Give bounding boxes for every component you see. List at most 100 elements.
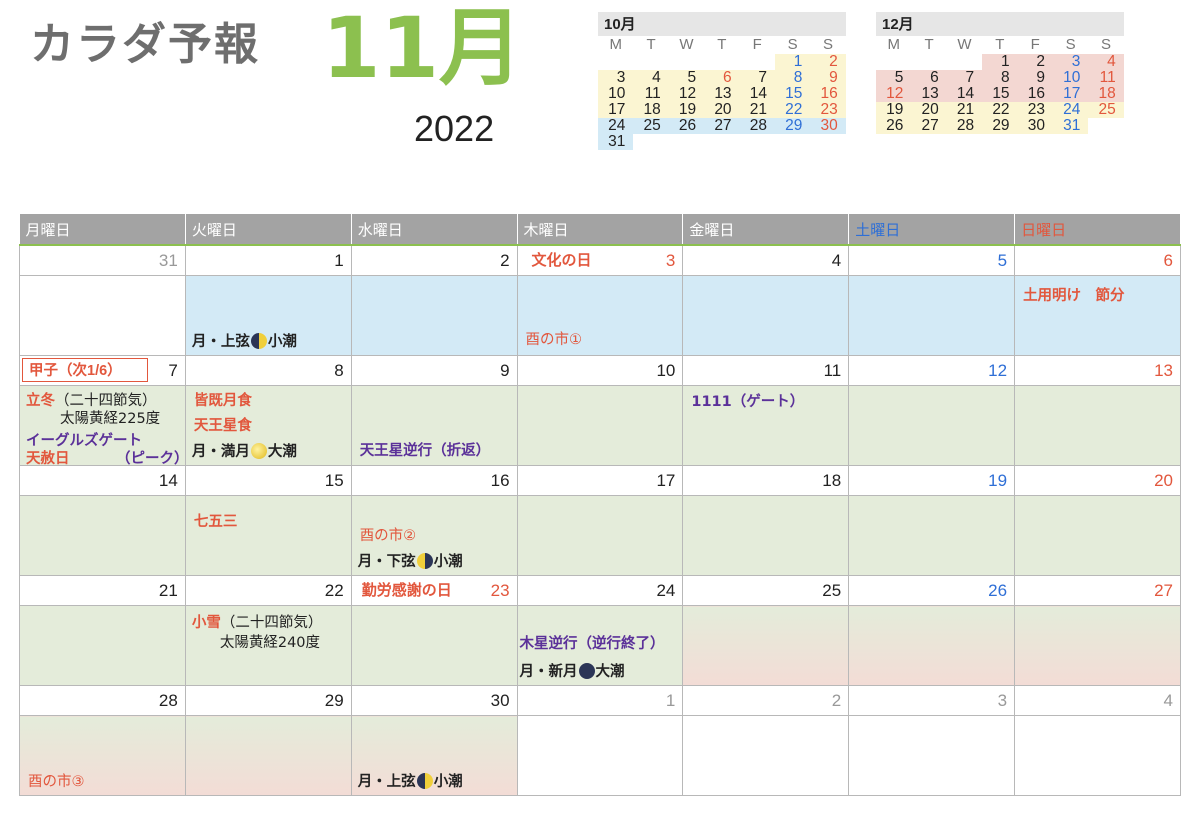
dow-fri: F <box>1030 36 1040 53</box>
weekday-mon: 月曜日 <box>19 214 186 246</box>
date-row: 甲子（次1/6） 7 8 9 10 11 12 13 <box>19 355 1181 386</box>
year-label: 2022 <box>414 108 495 149</box>
dow-sun: S <box>1101 36 1112 53</box>
day-number: 2 <box>682 685 850 716</box>
tide-label: 小潮 <box>433 774 463 790</box>
mini-day <box>598 54 633 70</box>
mini-day: 3 <box>1052 54 1089 70</box>
mini-day: 8 <box>982 70 1018 86</box>
mini-week-row: 31 <box>598 134 846 150</box>
day-number: 11 <box>682 355 850 386</box>
day-body <box>1014 385 1181 466</box>
event-label: 七五三 <box>193 514 238 530</box>
dow-wed: W <box>957 36 972 53</box>
day-body: 小雪（二十四節気） 太陽黄経240度 <box>184 605 352 686</box>
mini-day: 28 <box>946 118 983 134</box>
mini-day <box>669 54 704 70</box>
mini-day: 14 <box>946 86 983 102</box>
event-label: 土用明け 節分 <box>1023 288 1125 304</box>
moon-phase-event: 月・新月 大潮 <box>520 660 625 681</box>
day-number: 31 <box>19 244 186 276</box>
day-number: 12 <box>848 355 1016 386</box>
mini-day: 16 <box>810 86 846 102</box>
mini-day <box>876 54 911 70</box>
solar-longitude: 太陽黄経225度 <box>60 411 161 427</box>
day-number: 28 <box>19 685 186 716</box>
day-body <box>682 605 850 686</box>
moon-phase-label: 月・新月 <box>519 664 578 680</box>
mini-day: 1 <box>774 54 811 70</box>
day-cell-kasshi: 甲子（次1/6） 7 <box>19 355 186 386</box>
mini-day: 1 <box>982 54 1018 70</box>
mini-day <box>775 134 810 150</box>
mini-day: 28 <box>739 118 775 134</box>
mini-day: 27 <box>911 118 947 134</box>
day-body: 木星逆行（逆行終了） 月・新月 大潮 <box>516 605 684 686</box>
mini-day: 12 <box>668 86 705 102</box>
mini-day: 17 <box>1052 86 1089 102</box>
dow-fri: F <box>752 36 762 53</box>
mini-day: 18 <box>633 102 669 118</box>
mini-calendar-label: 10月 <box>598 12 846 36</box>
event-label: 天王星食 <box>193 418 252 434</box>
day-number: 7 <box>168 361 178 380</box>
mini-day <box>633 54 668 70</box>
day-body <box>848 385 1016 466</box>
day-body: 天王星逆行（折返） <box>350 385 518 466</box>
moon-phase-event: 月・満月 大潮 <box>192 440 297 461</box>
mini-day: 15 <box>774 86 811 102</box>
weekday-tue: 火曜日 <box>185 214 352 246</box>
first-quarter-moon-icon <box>250 333 267 349</box>
kasshi-badge: 甲子（次1/6） <box>22 358 148 382</box>
day-body <box>848 275 1016 356</box>
mini-day: 13 <box>911 86 947 102</box>
mini-day: 31 <box>1052 118 1089 134</box>
weekday-wed: 水曜日 <box>351 214 518 246</box>
day-cell-holiday: 文化の日 3 <box>516 244 684 276</box>
mini-week-row: 10 11 12 13 14 15 16 <box>598 86 846 102</box>
mini-day: 26 <box>876 118 912 134</box>
day-body <box>682 715 850 796</box>
mini-day: 21 <box>946 102 983 118</box>
holiday-label: 勤労感謝の日 <box>361 582 452 599</box>
date-row: 21 22 勤労感謝の日 23 24 25 26 27 <box>19 575 1181 606</box>
mini-calendar-october: 10月 M T W T F S S 1 2 3 4 5 6 7 8 9 10 11 12 13 14 15 1… <box>598 12 846 150</box>
moon-phase-event: 月・下弦 小潮 <box>358 550 463 571</box>
event-label: 木星逆行（逆行終了） <box>519 636 665 652</box>
event-label: 酉の市③ <box>28 774 85 790</box>
day-body: 月・上弦 小潮 <box>184 275 352 356</box>
first-quarter-moon-icon <box>416 773 433 789</box>
mini-day: 6 <box>911 70 947 86</box>
holiday-label: 文化の日 <box>531 252 592 269</box>
mini-day: 16 <box>1017 86 1053 102</box>
weekday-header-row: 月曜日 火曜日 水曜日 木曜日 金曜日 土曜日 日曜日 <box>19 214 1181 246</box>
mini-dow-row: M T W T F S S <box>876 36 1124 54</box>
day-number: 2 <box>350 244 518 276</box>
mini-day: 3 <box>598 70 634 86</box>
mini-day: 13 <box>704 86 740 102</box>
mini-day: 4 <box>1088 54 1124 70</box>
mini-day: 8 <box>774 70 811 86</box>
mini-day: 22 <box>774 102 811 118</box>
day-number: 20 <box>1014 465 1181 496</box>
day-number: 23 <box>490 581 510 600</box>
day-body <box>19 605 186 686</box>
day-number: 15 <box>184 465 352 496</box>
mini-day: 14 <box>739 86 775 102</box>
mini-day: 11 <box>633 86 669 102</box>
mini-day <box>669 134 704 150</box>
mini-day: 17 <box>598 102 634 118</box>
mini-day: 18 <box>1088 86 1124 102</box>
day-body <box>516 385 684 466</box>
day-body <box>1014 495 1181 576</box>
mini-week-row: 19 20 21 22 23 24 25 <box>876 102 1124 118</box>
event-label: 酉の市② <box>359 528 417 544</box>
dow-mon: M <box>609 36 622 53</box>
event-label: 1111（ゲート） <box>691 394 805 410</box>
day-body <box>682 275 850 356</box>
mini-day: 24 <box>1052 102 1089 118</box>
mini-day: 22 <box>982 102 1018 118</box>
mini-day: 26 <box>668 118 705 134</box>
day-body <box>848 715 1016 796</box>
weekday-sat: 土曜日 <box>848 214 1016 246</box>
